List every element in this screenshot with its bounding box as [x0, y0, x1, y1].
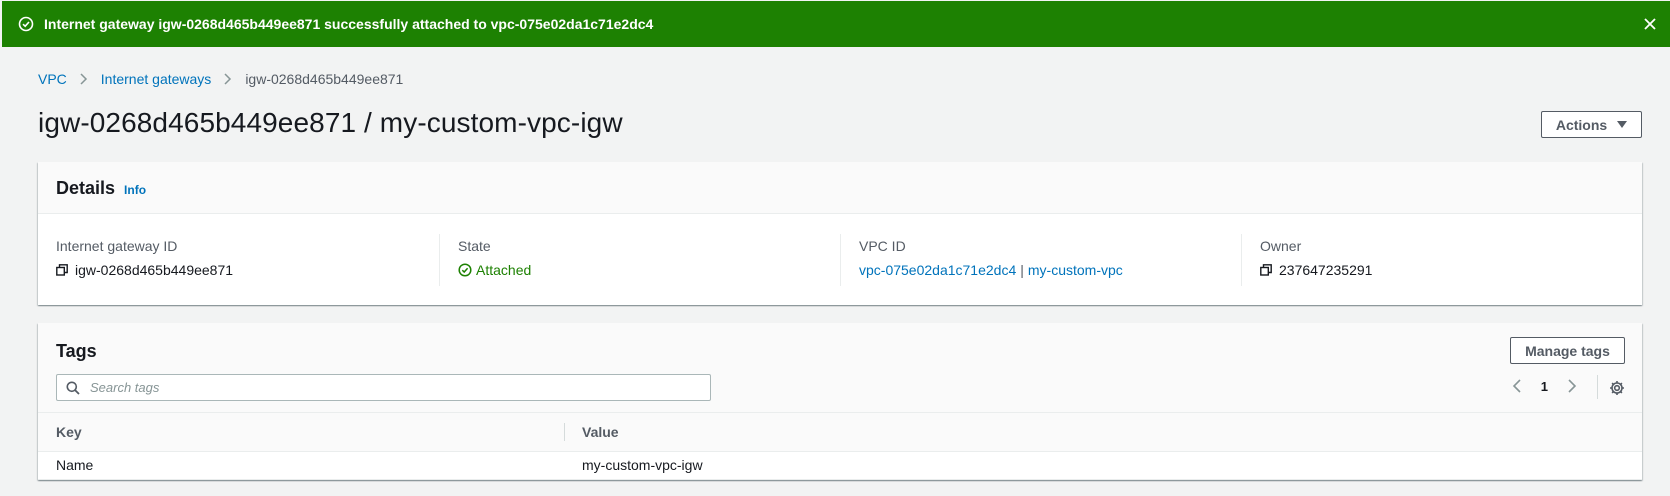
chevron-left-icon[interactable]	[1511, 378, 1523, 394]
detail-state: State Attached	[439, 234, 840, 286]
igw-id-value: igw-0268d465b449ee871	[56, 262, 421, 278]
column-header-value[interactable]: Value	[564, 413, 1642, 452]
breadcrumb: VPC Internet gateways igw-0268d465b449ee…	[38, 71, 403, 87]
success-flashbar: Internet gateway igw-0268d465b449ee871 s…	[2, 1, 1670, 47]
detail-igw-id: Internet gateway ID igw-0268d465b449ee87…	[38, 234, 439, 286]
details-grid: Internet gateway ID igw-0268d465b449ee87…	[38, 214, 1642, 286]
tags-table: Key Value Name my-custom-vpc-igw	[38, 413, 1642, 480]
search-icon	[66, 381, 80, 395]
chevron-right-icon	[223, 72, 233, 86]
detail-owner: Owner 237647235291	[1241, 234, 1642, 286]
pager-divider	[1597, 375, 1598, 399]
state-value: Attached	[458, 262, 822, 278]
manage-tags-button[interactable]: Manage tags	[1510, 337, 1625, 364]
tags-header: Tags Manage tags 1	[38, 323, 1642, 413]
column-header-key[interactable]: Key	[38, 413, 564, 452]
tags-title: Tags	[56, 341, 97, 361]
igw-id-text: igw-0268d465b449ee871	[75, 262, 234, 278]
state-label: State	[458, 238, 491, 254]
info-link[interactable]: Info	[124, 183, 146, 197]
details-title: Details	[56, 178, 116, 198]
page-title: igw-0268d465b449ee871 / my-custom-vpc-ig…	[38, 107, 623, 138]
breadcrumb-current: igw-0268d465b449ee871	[245, 71, 404, 87]
igw-id-label: Internet gateway ID	[56, 238, 178, 254]
copy-icon[interactable]	[1260, 264, 1272, 276]
vpc-id-link[interactable]: vpc-075e02da1c71e2dc4	[859, 262, 1016, 278]
tag-value-cell: my-custom-vpc-igw	[564, 451, 1642, 480]
owner-text: 237647235291	[1279, 262, 1373, 278]
search-tags-input[interactable]	[88, 379, 688, 396]
gear-icon[interactable]	[1609, 380, 1625, 396]
chevron-right-icon	[79, 72, 89, 86]
page-number[interactable]: 1	[1541, 379, 1548, 394]
tags-panel: Tags Manage tags 1	[38, 323, 1642, 480]
details-panel: Details Info Internet gateway ID igw-026…	[38, 162, 1642, 305]
copy-icon[interactable]	[56, 264, 68, 276]
detail-vpc-id: VPC ID vpc-075e02da1c71e2dc4 | my-custom…	[840, 234, 1241, 286]
chevron-right-icon[interactable]	[1566, 378, 1578, 394]
vpc-id-label: VPC ID	[859, 238, 906, 254]
table-row: Name my-custom-vpc-igw	[38, 451, 1642, 480]
table-header-row: Key Value	[38, 413, 1642, 452]
caret-down-icon	[1617, 120, 1628, 129]
owner-label: Owner	[1260, 238, 1302, 254]
details-header: Details Info	[38, 162, 1642, 214]
pagination: 1	[1511, 378, 1578, 394]
flash-message: Internet gateway igw-0268d465b449ee871 s…	[44, 16, 654, 32]
actions-button[interactable]: Actions	[1541, 111, 1642, 138]
close-icon[interactable]	[1642, 16, 1658, 32]
vpc-name-link[interactable]: my-custom-vpc	[1028, 262, 1123, 278]
vpc-separator: |	[1020, 262, 1024, 278]
state-text: Attached	[476, 262, 532, 278]
owner-value: 237647235291	[1260, 262, 1624, 278]
actions-button-label: Actions	[1555, 116, 1608, 133]
tag-key-cell: Name	[38, 451, 564, 480]
breadcrumb-internet-gateways-link[interactable]: Internet gateways	[101, 71, 212, 87]
check-circle-icon	[18, 16, 34, 32]
status-success-icon	[458, 263, 472, 277]
vpc-id-value: vpc-075e02da1c71e2dc4 | my-custom-vpc	[859, 262, 1223, 278]
search-tags-field[interactable]	[56, 374, 711, 401]
breadcrumb-vpc-link[interactable]: VPC	[38, 71, 67, 87]
